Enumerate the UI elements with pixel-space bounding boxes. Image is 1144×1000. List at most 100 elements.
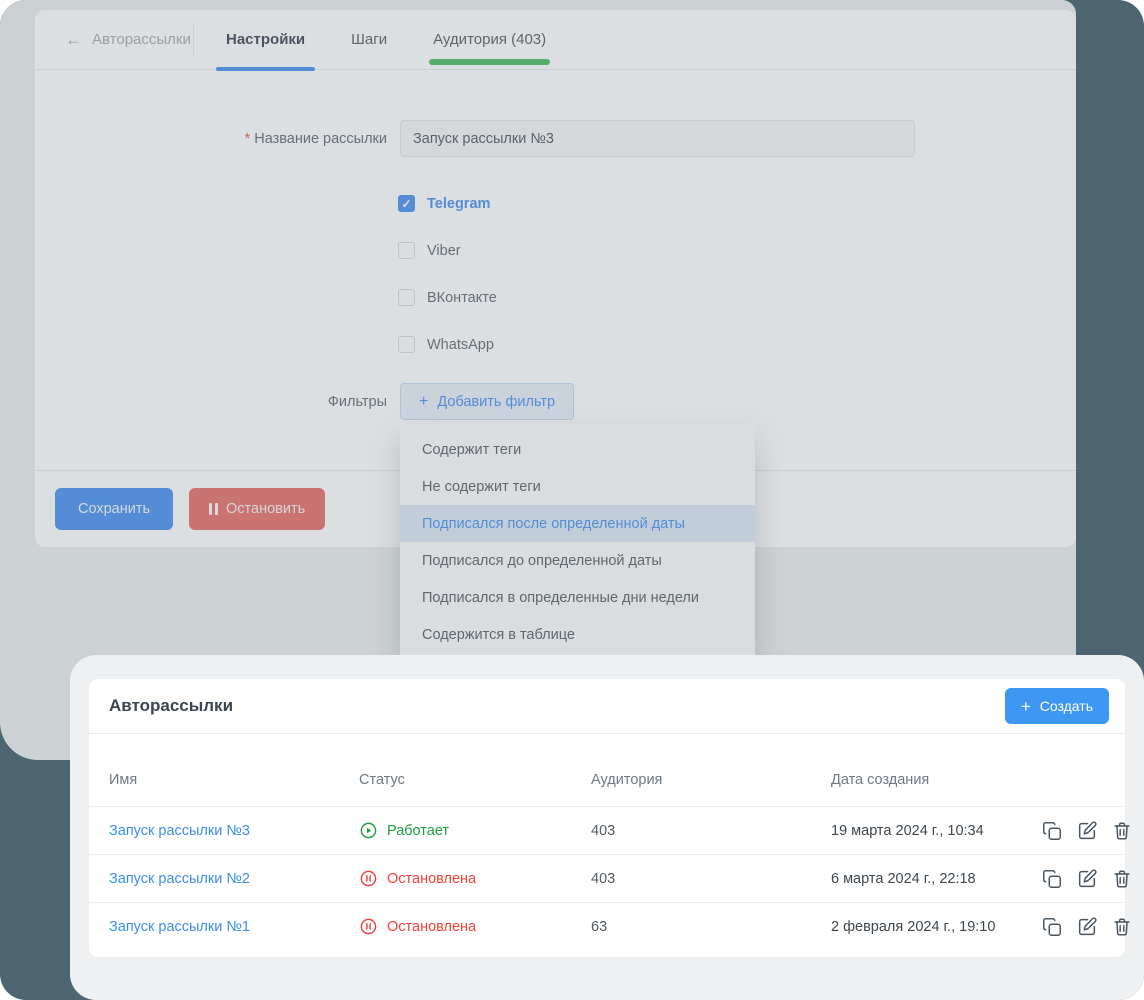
created-date: 19 марта 2024 г., 10:34 xyxy=(831,823,1041,839)
checkbox-icon[interactable] xyxy=(398,195,415,212)
row-actions xyxy=(1041,820,1133,842)
copy-icon[interactable] xyxy=(1041,868,1063,890)
editor-form: *Название рассылки Telegram Viber xyxy=(35,70,1076,420)
channel-checkbox-row[interactable]: ВКонтакте xyxy=(398,289,1076,306)
status-label: Остановлена xyxy=(387,871,476,887)
play-circle-icon xyxy=(359,821,378,840)
active-tab-underline xyxy=(216,67,315,71)
audience-count: 403 xyxy=(591,823,831,839)
filter-menu-item[interactable]: Не содержит теги xyxy=(400,468,755,505)
stop-button[interactable]: Остановить xyxy=(189,488,325,530)
created-date: 6 марта 2024 г., 22:18 xyxy=(831,871,1041,887)
edit-icon[interactable] xyxy=(1076,916,1098,938)
column-header-audience: Аудитория xyxy=(591,772,831,788)
filter-menu-item[interactable]: Содержится в таблице xyxy=(400,616,755,653)
table-row: Запуск рассылки №2 xyxy=(89,854,1125,902)
create-button[interactable]: + Создать xyxy=(1005,688,1109,724)
channel-label: Viber xyxy=(427,243,461,259)
page-title: Авторассылки xyxy=(109,696,233,716)
list-header: Авторассылки + Создать xyxy=(89,679,1125,734)
tab-steps[interactable]: Шаги xyxy=(341,10,397,69)
stop-button-label: Остановить xyxy=(226,501,305,517)
create-button-label: Создать xyxy=(1040,698,1093,714)
checkbox-icon[interactable] xyxy=(398,336,415,353)
name-field-label-text: Название рассылки xyxy=(254,131,387,147)
filter-menu-item[interactable]: Содержит теги xyxy=(400,431,755,468)
delete-icon[interactable] xyxy=(1111,916,1133,938)
pause-circle-icon xyxy=(359,917,378,936)
audience-count: 403 xyxy=(591,871,831,887)
status-label: Остановлена xyxy=(387,919,476,935)
filters-row: Фильтры + Добавить фильтр xyxy=(35,383,1076,420)
filter-menu-item[interactable]: Подписался до определенной даты xyxy=(400,542,755,579)
audience-count: 63 xyxy=(591,919,831,935)
delete-icon[interactable] xyxy=(1111,820,1133,842)
mailing-name-link[interactable]: Запуск рассылки №3 xyxy=(109,823,359,839)
checkbox-icon[interactable] xyxy=(398,242,415,259)
channel-checkbox-row[interactable]: Viber xyxy=(398,242,1076,259)
column-header-name: Имя xyxy=(109,772,359,788)
back-to-list-link[interactable]: ← Авторассылки xyxy=(65,31,183,48)
editor-header: ← Авторассылки Настройки Шаги Аудитория … xyxy=(35,10,1076,70)
filter-menu-item-label: Подписался в определенные дни недели xyxy=(422,590,699,606)
filters-label: Фильтры xyxy=(35,394,387,410)
delete-icon[interactable] xyxy=(1111,868,1133,890)
add-filter-button[interactable]: + Добавить фильтр xyxy=(400,383,574,420)
name-field-label: *Название рассылки xyxy=(35,131,387,147)
row-actions xyxy=(1041,868,1133,890)
edit-icon[interactable] xyxy=(1076,868,1098,890)
copy-icon[interactable] xyxy=(1041,820,1063,842)
mailing-name-link[interactable]: Запуск рассылки №2 xyxy=(109,871,359,887)
filter-menu-item-label: Подписался до определенной даты xyxy=(422,553,662,569)
editor-tabs: Настройки Шаги Аудитория (403) xyxy=(216,10,582,69)
audience-tab-green-bar xyxy=(429,59,550,65)
plus-icon: + xyxy=(419,394,428,410)
plus-icon: + xyxy=(1021,698,1031,715)
required-asterisk: * xyxy=(245,131,251,147)
channel-label: WhatsApp xyxy=(427,337,494,353)
column-header-created: Дата создания xyxy=(831,772,1041,788)
tab-settings-label: Настройки xyxy=(226,31,305,48)
filter-menu-item-label: Содержит теги xyxy=(422,442,521,458)
filter-menu-item-label: Подписался после определенной даты xyxy=(422,516,685,532)
mailing-name-input[interactable] xyxy=(400,120,915,157)
channel-checkbox-row[interactable]: WhatsApp xyxy=(398,336,1076,353)
channel-checkbox-row[interactable]: Telegram xyxy=(398,195,1076,212)
status-badge: Остановлена xyxy=(359,869,591,888)
status-badge: Остановлена xyxy=(359,917,591,936)
mailing-name-link[interactable]: Запуск рассылки №1 xyxy=(109,919,359,935)
edit-icon[interactable] xyxy=(1076,820,1098,842)
pause-circle-icon xyxy=(359,869,378,888)
filter-menu-item[interactable]: Подписался в определенные дни недели xyxy=(400,579,755,616)
status-label: Работает xyxy=(387,823,449,839)
filter-menu-item-label: Не содержит теги xyxy=(422,479,541,495)
table-row: Запуск рассылки №3 xyxy=(89,806,1125,854)
back-link-label: Авторассылки xyxy=(92,31,191,48)
copy-icon[interactable] xyxy=(1041,916,1063,938)
tab-settings[interactable]: Настройки xyxy=(216,10,315,69)
save-button[interactable]: Сохранить xyxy=(55,488,173,530)
channel-label: ВКонтакте xyxy=(427,290,497,306)
checkbox-icon[interactable] xyxy=(398,289,415,306)
add-filter-button-label: Добавить фильтр xyxy=(437,394,555,410)
header-divider xyxy=(193,23,194,57)
channel-checkbox-group: Telegram Viber ВКонтакте WhatsAp xyxy=(398,195,1076,353)
row-actions xyxy=(1041,916,1133,938)
filter-menu-item-label: Содержится в таблице xyxy=(422,627,575,643)
tab-audience-label: Аудитория (403) xyxy=(433,31,546,48)
created-date: 2 февраля 2024 г., 19:10 xyxy=(831,919,1041,935)
column-header-status: Статус xyxy=(359,772,591,788)
filter-menu-item[interactable]: Подписался после определенной даты xyxy=(400,505,755,542)
status-badge: Работает xyxy=(359,821,591,840)
filter-dropdown-menu: Содержит теги Не содержит теги Подписалс… xyxy=(400,424,755,660)
mailing-list-card: Авторассылки + Создать Имя Статус Аудито… xyxy=(88,678,1126,958)
table-body: Запуск рассылки №3 xyxy=(89,806,1125,950)
mailing-list-panel: Авторассылки + Создать Имя Статус Аудито… xyxy=(70,655,1144,1000)
name-field-row: *Название рассылки xyxy=(35,120,1076,157)
tab-steps-label: Шаги xyxy=(351,31,387,48)
screenshot-stage: ← Авторассылки Настройки Шаги Аудитория … xyxy=(0,0,1144,1000)
table-row: Запуск рассылки №1 xyxy=(89,902,1125,950)
channel-label: Telegram xyxy=(427,196,490,212)
back-arrow-icon: ← xyxy=(65,31,82,48)
tab-audience[interactable]: Аудитория (403) xyxy=(423,10,556,69)
